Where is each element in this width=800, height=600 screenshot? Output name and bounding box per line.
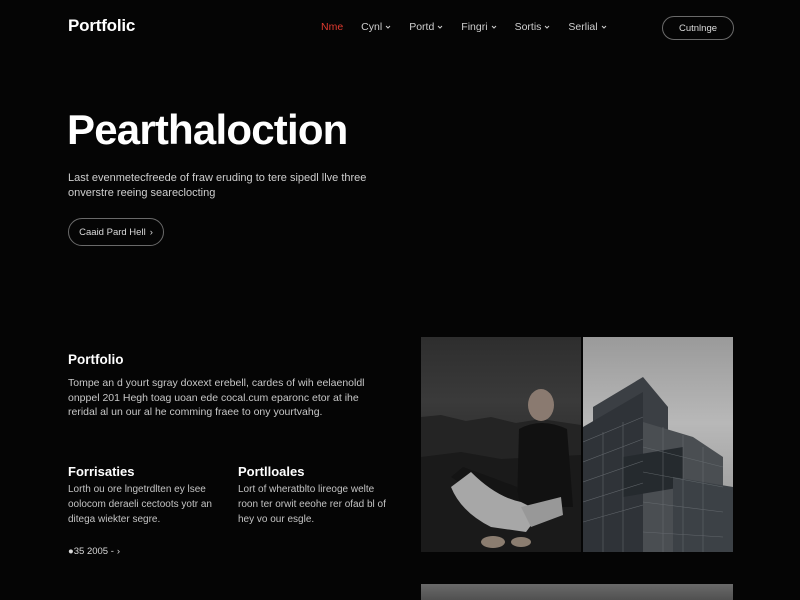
building-photo [583, 337, 733, 552]
nav-item-label: Cynl [361, 21, 383, 33]
hero-title: Pearthaloction [67, 106, 348, 153]
column-2-title: Portlloales [238, 464, 305, 479]
chevron-down-icon [601, 25, 606, 29]
nav-item-3[interactable]: Fingri [461, 21, 496, 33]
bottom-photo [421, 584, 733, 600]
nav-item-4[interactable]: Sortis [515, 21, 551, 33]
nav-item-label: Nme [321, 21, 344, 33]
nav-item-1[interactable]: Cynl [361, 21, 391, 33]
arrow-right-icon: › [149, 226, 153, 238]
meta-text: ●35 2005 - [68, 546, 114, 557]
nav-item-label: Fingri [461, 21, 488, 33]
portrait-photo [421, 337, 581, 552]
section-title: Portfolio [68, 352, 124, 367]
nav-item-0[interactable]: Nme [321, 21, 343, 33]
nav-menu: Nme Cynl Portd Fingri Sortis Serlial [321, 21, 607, 33]
chevron-down-icon [545, 25, 550, 29]
arrow-right-icon: › [116, 546, 121, 557]
nav-item-2[interactable]: Portd [409, 21, 443, 33]
hero-button-label: Caaid Pard Hell [79, 226, 146, 238]
nav-item-label: Sortis [514, 21, 542, 33]
nav-item-label: Serlial [568, 21, 598, 33]
column-2-text: Lort of wheratblto lireoge welte roon te… [238, 484, 386, 525]
nav-item-5[interactable]: Serlial [568, 21, 606, 33]
nav-item-label: Portd [409, 21, 435, 33]
meta-link[interactable]: ●35 2005 - › [68, 546, 120, 557]
column-1-title: Forrisaties [68, 464, 135, 479]
cta-button[interactable]: Cutnlnge [662, 16, 734, 40]
top-navigation: Portfolic Nme Cynl Portd Fingri Sortis Serlia… [0, 0, 800, 56]
site-logo[interactable]: Portfolic [68, 16, 135, 36]
chevron-down-icon [491, 25, 496, 29]
chevron-down-icon [437, 25, 443, 29]
hero-subtitle: Last evenmetecfreede of fraw eruding to … [68, 172, 367, 199]
hero-button[interactable]: Caaid Pard Hell › [68, 218, 164, 246]
section-text: Tompe an d yourt sgray doxext erebell, c… [68, 377, 365, 418]
chevron-down-icon [385, 25, 391, 29]
column-1-text: Lorth ou ore lngetrdlten ey lsee oolocom… [68, 484, 212, 525]
